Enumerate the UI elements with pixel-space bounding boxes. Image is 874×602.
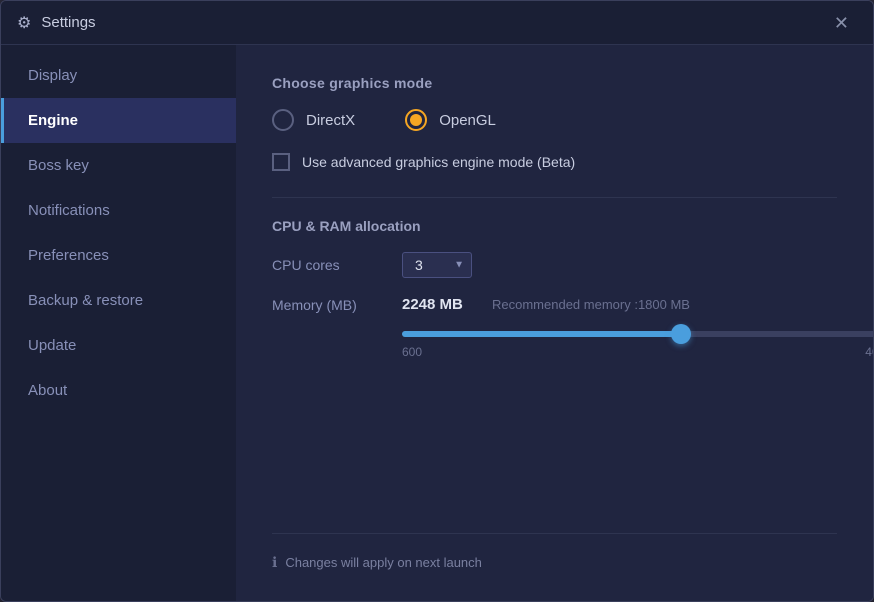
graphics-options: DirectX OpenGL bbox=[272, 109, 837, 131]
cpu-row: CPU cores 1 2 3 4 6 8 ▼ bbox=[272, 252, 837, 278]
memory-label: Memory (MB) bbox=[272, 297, 402, 313]
sidebar-item-preferences[interactable]: Preferences bbox=[1, 233, 236, 278]
memory-slider-track[interactable] bbox=[402, 331, 873, 337]
sidebar-item-update[interactable]: Update bbox=[1, 323, 236, 368]
advanced-mode-checkbox[interactable] bbox=[272, 153, 290, 171]
directx-label: DirectX bbox=[306, 112, 355, 129]
sidebar-item-notifications[interactable]: Notifications bbox=[1, 188, 236, 233]
sidebar-item-boss-key[interactable]: Boss key bbox=[1, 143, 236, 188]
settings-window: ⚙ Settings ✕ Display Engine Boss key Not… bbox=[0, 0, 874, 602]
opengl-radio[interactable] bbox=[405, 109, 427, 131]
advanced-mode-row[interactable]: Use advanced graphics engine mode (Beta) bbox=[272, 153, 837, 171]
cpu-cores-select[interactable]: 1 2 3 4 6 8 bbox=[402, 252, 472, 278]
slider-max-label: 4035 bbox=[865, 345, 873, 359]
sidebar-item-about[interactable]: About bbox=[1, 368, 236, 413]
engine-panel: Choose graphics mode DirectX OpenGL Use … bbox=[236, 45, 873, 601]
directx-radio[interactable] bbox=[272, 109, 294, 131]
sidebar-item-engine[interactable]: Engine bbox=[1, 98, 236, 143]
slider-min-label: 600 bbox=[402, 345, 422, 359]
advanced-mode-label: Use advanced graphics engine mode (Beta) bbox=[302, 154, 575, 170]
info-icon: ℹ bbox=[272, 554, 277, 571]
cpu-select-wrapper: 1 2 3 4 6 8 ▼ bbox=[402, 252, 472, 278]
window-title: Settings bbox=[41, 14, 826, 31]
sidebar-item-backup-restore[interactable]: Backup & restore bbox=[1, 278, 236, 323]
cpu-label: CPU cores bbox=[272, 257, 402, 273]
graphics-section-title: Choose graphics mode bbox=[272, 75, 837, 91]
close-button[interactable]: ✕ bbox=[826, 10, 857, 36]
opengl-label: OpenGL bbox=[439, 112, 496, 129]
directx-option[interactable]: DirectX bbox=[272, 109, 355, 131]
opengl-option[interactable]: OpenGL bbox=[405, 109, 496, 131]
allocation-title: CPU & RAM allocation bbox=[272, 218, 837, 234]
memory-value: 2248 MB bbox=[402, 296, 492, 313]
settings-icon: ⚙ bbox=[17, 13, 31, 33]
slider-range: 600 4035 bbox=[402, 345, 873, 359]
memory-row: Memory (MB) 2248 MB Recommended memory :… bbox=[272, 296, 837, 313]
footer-text: Changes will apply on next launch bbox=[285, 555, 482, 570]
slider-fill bbox=[402, 331, 681, 337]
footer: ℹ Changes will apply on next launch bbox=[272, 533, 837, 571]
memory-slider-container: 600 4035 bbox=[402, 331, 837, 359]
sidebar-item-display[interactable]: Display bbox=[1, 53, 236, 98]
titlebar: ⚙ Settings ✕ bbox=[1, 1, 873, 45]
recommended-memory: Recommended memory :1800 MB bbox=[492, 297, 690, 312]
slider-thumb[interactable] bbox=[671, 324, 691, 344]
sidebar: Display Engine Boss key Notifications Pr… bbox=[1, 45, 236, 601]
main-content: Display Engine Boss key Notifications Pr… bbox=[1, 45, 873, 601]
allocation-section: CPU & RAM allocation CPU cores 1 2 3 4 6… bbox=[272, 197, 837, 359]
